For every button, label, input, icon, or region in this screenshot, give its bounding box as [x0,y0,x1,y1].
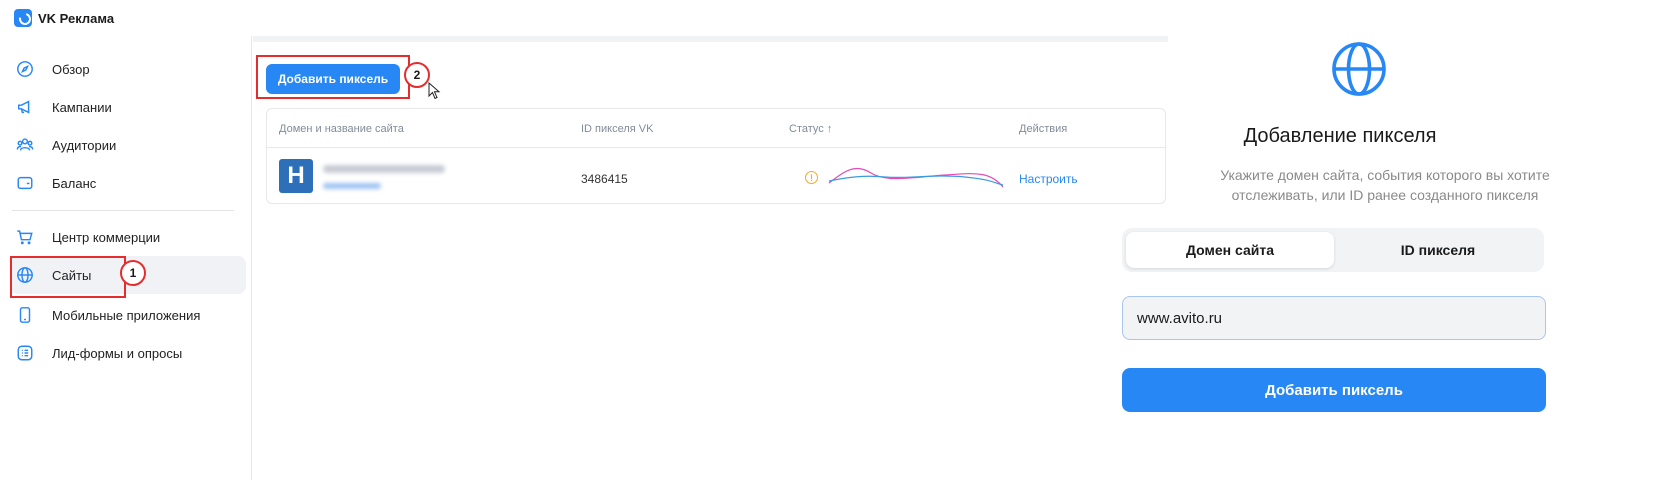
vk-ads-logo-icon [14,9,32,27]
tab-site-domain[interactable]: Домен сайта [1126,232,1334,268]
sidebar-item-mobile-apps[interactable]: Мобильные приложения [10,296,246,334]
main-content [253,36,1168,480]
wallet-icon [16,173,42,193]
content-top-strip [253,36,1168,42]
cart-icon [16,227,42,247]
warning-icon: ! [805,171,818,184]
sidebar-item-label: Баланс [52,175,97,191]
site-name-blurred [323,165,445,173]
site-favicon: H [279,159,313,193]
sidebar-item-label: Центр коммерции [52,229,161,245]
step2-highlight-box [256,55,410,99]
sidebar-item-balance[interactable]: Баланс [10,164,246,202]
site-domain-blurred [323,183,381,189]
sidebar-divider [12,210,234,211]
column-header-status[interactable]: Статус ↑ [789,123,832,135]
app-title: VK Реклама [38,10,115,26]
sidebar-item-label: Обзор [52,61,90,77]
sidebar-item-label: Мобильные приложения [52,307,201,323]
configure-link[interactable]: Настроить [1019,172,1078,186]
step1-highlight-box [10,256,126,298]
modal-subtitle: Укажите домен сайта, события которого вы… [1150,165,1620,205]
header-divider [267,147,1165,148]
sidebar-item-campaigns[interactable]: Кампании [10,88,246,126]
tab-pixel-id[interactable]: ID пикселя [1336,232,1540,268]
mouse-cursor-icon [428,82,441,100]
modal-subtitle-line-2: отслеживать, или ID ранее созданного пик… [1231,187,1539,203]
megaphone-icon [16,97,42,117]
top-bar: VK Реклама [0,0,1168,36]
step1-badge: 1 [120,260,146,286]
sidebar-item-commerce-center[interactable]: Центр коммерции [10,218,246,256]
step2-badge: 2 [404,62,430,88]
phone-icon [16,305,42,325]
pixel-source-switch: Домен сайта ID пикселя [1122,228,1544,272]
sidebar-item-audiences[interactable]: Аудитории [10,126,246,164]
form-icon [16,343,42,363]
sidebar-item-label: Аудитории [52,137,117,153]
sidebar-item-label: Лид-формы и опросы [52,345,183,361]
users-icon [16,135,42,155]
status-sparkline [828,168,1004,188]
column-header-pixel-id[interactable]: ID пикселя VK [581,123,653,135]
pixels-table: Домен и название сайта ID пикселя VK Ста… [266,108,1166,204]
sidebar-item-lead-forms[interactable]: Лид-формы и опросы [10,334,246,372]
sidebar-item-overview[interactable]: Обзор [10,50,246,88]
sidebar-item-label: Кампании [52,99,112,115]
add-pixel-submit-button[interactable]: Добавить пиксель [1122,368,1546,412]
column-header-actions: Действия [1019,123,1068,135]
compass-icon [16,59,42,79]
modal-title: Добавление пикселя [1243,125,1437,147]
pixel-id-cell: 3486415 [581,172,628,186]
column-header-domain[interactable]: Домен и название сайта [279,123,404,135]
domain-input[interactable] [1122,296,1546,340]
modal-subtitle-line-1: Укажите домен сайта, события которого вы… [1220,167,1550,183]
globe-icon [1332,42,1386,96]
